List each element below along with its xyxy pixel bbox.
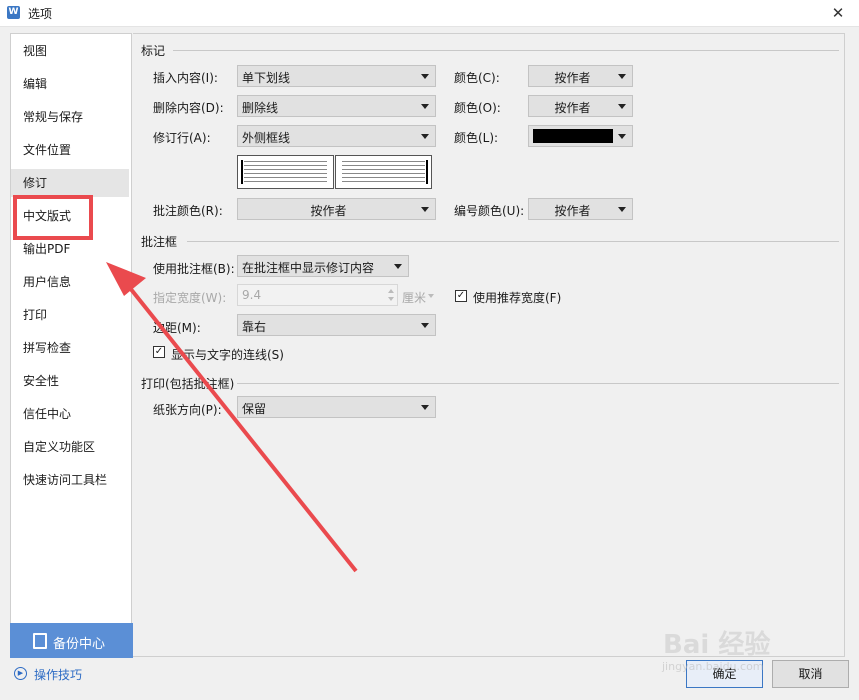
section-divider [237, 383, 839, 384]
delete-content-value: 删除线 [242, 101, 279, 115]
backup-center-label: 备份中心 [53, 637, 106, 652]
revision-line-preview-right [335, 155, 432, 189]
baidu-watermark: Bai 经验 [663, 630, 771, 660]
play-circle-icon: ▶ [14, 667, 27, 680]
comment-color-value: 按作者 [310, 204, 347, 218]
delete-color-value: 按作者 [554, 101, 591, 115]
use-balloon-value: 在批注框中显示修订内容 [242, 261, 375, 275]
delete-color-label: 颜色(O): [454, 101, 501, 115]
width-unit-label: 厘米 [402, 291, 427, 305]
window-title: 选项 [28, 7, 53, 21]
spin-up-icon[interactable] [388, 289, 394, 293]
number-color-dropdown[interactable]: 按作者 [528, 198, 633, 220]
unit-dropdown-icon[interactable] [428, 294, 434, 298]
options-content: 标记 插入内容(I): 单下划线 颜色(C): 按作者 删除内容(D): 删除线… [133, 33, 845, 657]
width-spinner[interactable]: 9.4 [237, 284, 398, 306]
insert-color-label: 颜色(C): [454, 71, 500, 85]
insert-content-label: 插入内容(I): [153, 71, 218, 85]
cancel-button[interactable]: 取消 [772, 660, 849, 688]
number-color-label: 编号颜色(U): [454, 204, 525, 218]
comment-color-label: 批注颜色(R): [153, 204, 223, 218]
use-balloon-label: 使用批注框(B): [153, 262, 235, 276]
color-swatch [533, 129, 613, 143]
margin-value: 靠右 [242, 320, 267, 334]
chevron-down-icon [394, 264, 402, 269]
chevron-down-icon [618, 104, 626, 109]
recommend-width-label: 使用推荐宽度(F) [473, 291, 562, 305]
sidebar-item-user-info[interactable]: 用户信息 [11, 268, 129, 296]
delete-color-dropdown[interactable]: 按作者 [528, 95, 633, 117]
margin-label: 边距(M): [153, 321, 201, 335]
chevron-down-icon [421, 74, 429, 79]
revision-line-value: 外侧框线 [242, 131, 291, 145]
number-color-value: 按作者 [554, 204, 591, 218]
connect-line-label: 显示与文字的连线(S) [171, 348, 284, 362]
paper-orientation-value: 保留 [242, 402, 267, 416]
title-bar: W 选项 ✕ [0, 0, 859, 27]
delete-content-dropdown[interactable]: 删除线 [237, 95, 436, 117]
markup-section-title: 标记 [141, 44, 166, 58]
sidebar-item-quick-access[interactable]: 快速访问工具栏 [11, 466, 129, 494]
sidebar-item-view[interactable]: 视图 [11, 37, 129, 65]
chevron-down-icon [421, 134, 429, 139]
connect-line-checkbox[interactable]: ✓ [153, 346, 165, 358]
sidebar-item-edit[interactable]: 编辑 [11, 70, 129, 98]
chevron-down-icon [421, 104, 429, 109]
insert-content-dropdown[interactable]: 单下划线 [237, 65, 436, 87]
use-balloon-dropdown[interactable]: 在批注框中显示修订内容 [237, 255, 409, 277]
paper-orientation-dropdown[interactable]: 保留 [237, 396, 436, 418]
annotation-highlight-box [13, 195, 93, 240]
chevron-down-icon [421, 207, 429, 212]
width-value: 9.4 [242, 288, 262, 302]
sidebar-item-file-location[interactable]: 文件位置 [11, 136, 129, 164]
chevron-down-icon [618, 207, 626, 212]
sidebar-item-security[interactable]: 安全性 [11, 367, 129, 395]
chevron-down-icon [421, 323, 429, 328]
chevron-down-icon [618, 74, 626, 79]
insert-color-value: 按作者 [554, 71, 591, 85]
chevron-down-icon [421, 405, 429, 410]
sidebar-item-customize-ribbon[interactable]: 自定义功能区 [11, 433, 129, 461]
sidebar-item-general-save[interactable]: 常规与保存 [11, 103, 129, 131]
revision-line-color-label: 颜色(L): [454, 131, 499, 145]
sidebar-item-revision[interactable]: 修订 [11, 169, 129, 197]
revision-line-color-dropdown[interactable] [528, 125, 633, 147]
section-divider [187, 241, 839, 242]
backup-icon [33, 633, 47, 649]
comment-color-dropdown[interactable]: 按作者 [237, 198, 436, 220]
tips-label: 操作技巧 [34, 668, 83, 682]
print-section-title: 打印(包括批注框) [141, 377, 235, 391]
wps-logo-icon: W [7, 6, 20, 19]
insert-content-value: 单下划线 [242, 71, 291, 85]
sidebar-item-print[interactable]: 打印 [11, 301, 129, 329]
section-divider [173, 50, 839, 51]
insert-color-dropdown[interactable]: 按作者 [528, 65, 633, 87]
sidebar-item-trust-center[interactable]: 信任中心 [11, 400, 129, 428]
close-icon[interactable]: ✕ [823, 0, 853, 26]
delete-content-label: 删除内容(D): [153, 101, 224, 115]
paper-orientation-label: 纸张方向(P): [153, 403, 222, 417]
baidu-watermark-url: jingyan.baidu.com [662, 660, 764, 673]
backup-center-button[interactable]: 备份中心 [10, 623, 133, 658]
sidebar: 视图 编辑 常规与保存 文件位置 修订 中文版式 输出PDF 用户信息 打印 拼… [10, 33, 132, 658]
balloon-section-title: 批注框 [141, 235, 178, 249]
chevron-down-icon [618, 134, 626, 139]
sidebar-item-spell-check[interactable]: 拼写检查 [11, 334, 129, 362]
recommend-width-checkbox[interactable]: ✓ [455, 290, 467, 302]
width-label: 指定宽度(W): [153, 291, 227, 305]
revision-line-label: 修订行(A): [153, 131, 211, 145]
margin-dropdown[interactable]: 靠右 [237, 314, 436, 336]
spin-down-icon[interactable] [388, 297, 394, 301]
revision-line-preview-left [237, 155, 334, 189]
revision-line-dropdown[interactable]: 外侧框线 [237, 125, 436, 147]
